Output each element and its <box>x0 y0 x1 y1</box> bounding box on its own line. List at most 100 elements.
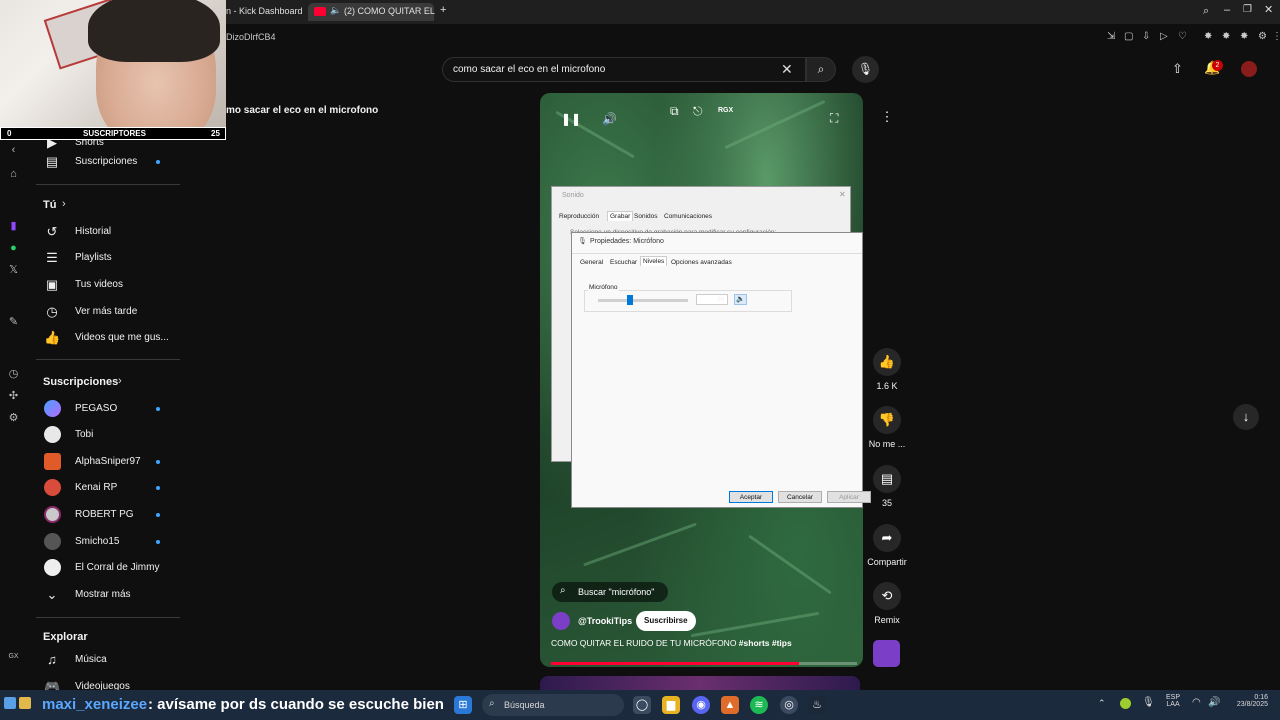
discord-icon[interactable]: ◉ <box>692 696 710 714</box>
tab-sonidos[interactable]: Sonidos <box>634 213 658 220</box>
file-explorer-icon[interactable]: ▆ <box>662 696 680 714</box>
taskbar-search[interactable]: ⌕ Búsqueda <box>482 694 624 716</box>
volume-icon[interactable]: 🔊 <box>602 112 617 126</box>
tab-grabar[interactable]: Grabar <box>607 211 634 221</box>
tab-escuchar[interactable]: Escuchar <box>610 259 637 266</box>
sidebar-you-header[interactable]: Tú › <box>28 192 180 218</box>
clock[interactable]: 0:16 23/8/2025 <box>1226 694 1268 708</box>
level-slider-thumb[interactable] <box>627 295 633 305</box>
sidebar-channel-kenai-rp[interactable]: Kenai RP <box>28 475 180 501</box>
level-value-field[interactable]: 36 <box>696 294 728 305</box>
screenshot-icon[interactable]: ▢ <box>1124 31 1133 42</box>
cancel-button[interactable]: Cancelar <box>778 491 822 503</box>
sidebar-item-watch-later[interactable]: ◷ Ver más tarde <box>28 299 180 325</box>
speaker-mute-icon[interactable]: 🔈 <box>734 294 747 305</box>
opera-gx-icon[interactable]: ◯ <box>633 696 651 714</box>
comments-button[interactable]: ▤ 35 <box>866 465 908 508</box>
browser-search-icon[interactable]: ⌕ <box>1203 5 1209 18</box>
sidebar-item-playlists[interactable]: ☰ Playlists <box>28 245 180 271</box>
subscribe-button[interactable]: Suscribirse <box>636 611 696 631</box>
sidebar-channel-robert-pg[interactable]: ROBERT PG <box>28 502 180 528</box>
accept-button[interactable]: Aceptar <box>729 491 773 503</box>
share-button[interactable]: ➦ Compartir <box>866 524 908 567</box>
apply-button[interactable]: Aplicar <box>827 491 871 503</box>
more-options-icon[interactable]: ⋮ <box>878 109 896 129</box>
extension-rail-icon[interactable]: ✣ <box>7 390 20 403</box>
sidebar-channel-smicho15[interactable]: Smicho15 <box>28 529 180 555</box>
obs-icon[interactable]: ◎ <box>780 696 798 714</box>
video-title[interactable]: COMO QUITAR EL RUIDO DE TU MICRÓFONO #sh… <box>551 638 792 648</box>
tab-niveles[interactable]: Niveles <box>640 256 668 266</box>
sidebar-item-liked-videos[interactable]: 👍 Videos que me gus... <box>28 325 180 351</box>
play-icon[interactable]: ▷ <box>1160 31 1168 42</box>
sidebar-channel-alphasniper97[interactable]: AlphaSniper97 <box>28 449 180 475</box>
pin-icon[interactable]: ⇲ <box>1107 31 1115 42</box>
search-box[interactable]: como sacar el eco en el microfono ✕ <box>442 57 806 82</box>
level-slider-track[interactable] <box>598 299 688 302</box>
rail-home-icon[interactable]: ⌂ <box>7 168 20 181</box>
exit-icon[interactable]: ⎋ <box>693 104 703 119</box>
account-avatar[interactable] <box>1241 61 1257 77</box>
search-button[interactable]: ⌕ <box>806 57 836 82</box>
search-input[interactable]: como sacar el eco en el microfono <box>453 64 605 75</box>
fullscreen-icon[interactable]: ⛶ <box>830 111 838 126</box>
language-indicator[interactable]: ESP LAA <box>1166 694 1180 708</box>
twitch-icon[interactable]: ▮ <box>7 220 20 233</box>
search-suggestion-chip[interactable]: ⌕ Buscar "micrófono" <box>552 582 668 602</box>
sidebar-item-history[interactable]: ↺ Historial <box>28 219 180 245</box>
settings-rail-icon[interactable]: ⚙ <box>7 412 20 425</box>
dislike-button[interactable]: 👎 No me ... <box>866 406 908 449</box>
volume-tray-icon[interactable]: 🔊 <box>1208 697 1220 708</box>
minimize-icon[interactable]: – <box>1224 4 1230 16</box>
remix-button[interactable]: ⟲ Remix <box>866 582 908 625</box>
sidebar-item-music[interactable]: ♫ Música <box>28 647 180 673</box>
heart-icon[interactable]: ♡ <box>1178 31 1187 42</box>
new-tab-button[interactable]: + <box>440 4 446 16</box>
channel-avatar[interactable] <box>552 612 570 630</box>
start-icon[interactable]: ⊞ <box>454 696 472 714</box>
sidebar-channel-pegaso[interactable]: PEGASO <box>28 396 180 422</box>
tray-app-icon[interactable] <box>1120 698 1131 709</box>
close-window-icon[interactable]: ✕ <box>1264 3 1273 16</box>
channel-name[interactable]: @TrookiTips <box>578 616 632 626</box>
steam-icon[interactable]: ♨ <box>808 696 826 714</box>
sidebar-item-subscriptions[interactable]: ▤ Suscripciones <box>28 149 180 175</box>
sidebar-subscriptions-header[interactable]: Suscripciones › <box>28 369 180 395</box>
tab-comunicaciones[interactable]: Comunicaciones <box>664 213 712 220</box>
like-button[interactable]: 👍 1.6 K <box>866 348 908 391</box>
tab-kick-dashboard[interactable]: n - Kick Dashboard <box>226 6 303 16</box>
restore-icon[interactable]: ❐ <box>1243 4 1252 15</box>
sidebar-channel-tobi[interactable]: Tobi <box>28 422 180 448</box>
next-video-button[interactable]: ↓ <box>1233 404 1259 430</box>
tab-youtube-active[interactable]: 🔈 (2) COMO QUITAR EL <box>308 3 435 21</box>
upload-icon[interactable]: ⇧ <box>1172 61 1183 77</box>
whatsapp-icon[interactable]: ● <box>7 242 20 255</box>
extension-icon[interactable]: ✸ <box>1204 31 1212 42</box>
extension-icon-3[interactable]: ✸ <box>1240 31 1248 42</box>
tab-opciones-avanzadas[interactable]: Opciones avanzadas <box>671 259 732 266</box>
sidebar-channel-el-corral-de-jimmy[interactable]: El Corral de Jimmy <box>28 555 180 581</box>
x-icon[interactable]: 𝕏 <box>7 264 20 277</box>
extension-icon-2[interactable]: ✸ <box>1222 31 1230 42</box>
spotify-icon[interactable]: ≋ <box>750 696 768 714</box>
sound-thumbnail[interactable] <box>873 640 900 667</box>
gx-icon[interactable]: GX <box>7 650 20 663</box>
video-hashtags[interactable]: #shorts #tips <box>739 638 792 648</box>
rail-back-icon[interactable]: ‹ <box>7 144 20 157</box>
pip-icon[interactable]: ⧉ <box>670 104 679 119</box>
tool-icon[interactable]: ✎ <box>7 316 20 329</box>
sidebar-item-your-videos[interactable]: ▣ Tus videos <box>28 272 180 298</box>
tab-reproduccion[interactable]: Reproducción <box>559 213 599 220</box>
app-icon[interactable]: ▲ <box>721 696 739 714</box>
pause-icon[interactable]: ❚❚ <box>561 112 581 126</box>
wifi-icon[interactable]: ◠ <box>1192 697 1201 708</box>
bookmark-icon[interactable]: ⇩ <box>1142 31 1150 42</box>
url-fragment[interactable]: DizoDlrfCB4 <box>226 32 276 42</box>
history-icon[interactable]: ◷ <box>7 368 20 381</box>
clear-search-icon[interactable]: ✕ <box>781 61 793 78</box>
tray-mic-icon[interactable]: 🎙 <box>1142 697 1155 708</box>
next-short-preview[interactable] <box>540 676 860 690</box>
tray-chevron-icon[interactable]: ⌃ <box>1098 698 1106 709</box>
voice-search-button[interactable]: 🎙 <box>852 56 879 83</box>
menu-dots-icon[interactable]: ⋮ <box>1272 31 1280 42</box>
